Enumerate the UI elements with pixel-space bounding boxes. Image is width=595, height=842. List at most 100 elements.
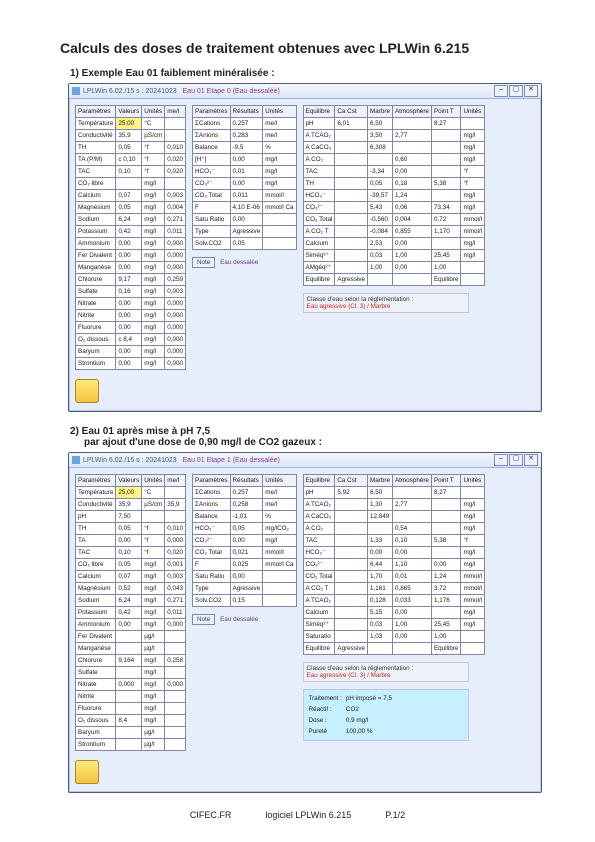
cell: 9,17	[116, 274, 142, 286]
cell: 0,42	[116, 226, 142, 238]
close-button[interactable]: ✕	[524, 454, 538, 466]
cell: 0,011	[165, 607, 186, 619]
cell: 6,01	[335, 118, 368, 130]
cell: Fer Divalent	[76, 631, 116, 643]
minimize-button[interactable]: –	[494, 85, 508, 97]
cell: 0,257	[230, 487, 263, 499]
cell: CO₂ libre	[76, 559, 116, 571]
calculator-icon[interactable]	[75, 760, 99, 784]
cell	[165, 631, 186, 643]
col-header: Paramètres	[76, 106, 116, 118]
cell: 1,30	[368, 499, 393, 511]
cell	[392, 643, 431, 655]
cell: µg/l	[142, 643, 165, 655]
minimize-button[interactable]: –	[494, 454, 508, 466]
cell: 0,021	[230, 547, 263, 559]
cell: µS/cm	[142, 499, 165, 511]
cell: pH	[303, 487, 335, 499]
cell: 0,000	[165, 619, 186, 631]
cell: 0,025	[230, 559, 263, 571]
cell: 0,07	[116, 571, 142, 583]
cell: 0,010	[165, 142, 186, 154]
cell: mg/l	[142, 178, 165, 190]
cell: Calcium	[76, 190, 116, 202]
cell: 0,05	[116, 523, 142, 535]
cell: mg/l	[461, 154, 485, 166]
maximize-button[interactable]: ▢	[509, 454, 523, 466]
cell: 5,38	[431, 535, 461, 547]
cell: 0,000	[165, 358, 186, 370]
cell: mg/l	[263, 178, 296, 190]
col-header: Ca Cst	[335, 106, 368, 118]
col-header: Point T	[431, 106, 461, 118]
cell: A TCAO₂	[303, 595, 335, 607]
maximize-button[interactable]: ▢	[509, 85, 523, 97]
cell: °f	[142, 535, 165, 547]
cell	[165, 739, 186, 751]
cell	[368, 643, 393, 655]
cell: 5,15	[368, 607, 393, 619]
cell	[431, 523, 461, 535]
cell	[165, 178, 186, 190]
cell: CO₃²⁻	[193, 178, 231, 190]
cell: A CO₂ T	[303, 226, 335, 238]
cell: 7,50	[116, 511, 142, 523]
cell: °f	[142, 142, 165, 154]
cell: 8,4	[116, 715, 142, 727]
cell	[431, 547, 461, 559]
cell: TAC	[303, 166, 335, 178]
col-header: Unités	[461, 106, 485, 118]
cell: me/l	[263, 487, 296, 499]
cell: 0,000	[165, 310, 186, 322]
cell: mg/l	[461, 511, 485, 523]
cell: Calcium	[303, 238, 335, 250]
titlebar-2[interactable]: LPLWin 6.02./15 s : 20241023 Eau 01 Etap…	[69, 453, 541, 468]
cell: 0,00	[230, 535, 263, 547]
calculator-icon[interactable]	[75, 379, 99, 403]
cell: °C	[142, 487, 165, 499]
cell: mg/l	[461, 547, 485, 559]
cell: 1,33	[368, 535, 393, 547]
cell: 73,34	[431, 202, 461, 214]
cell: °C	[142, 118, 165, 130]
cell: Manganèse	[76, 262, 116, 274]
note-button-2[interactable]: Note	[192, 614, 215, 625]
cell: 0,000	[116, 679, 142, 691]
cell: TAC	[76, 547, 116, 559]
cell: 1,70	[368, 571, 393, 583]
cell	[335, 226, 368, 238]
cell: mg/l	[142, 583, 165, 595]
cell: mmol/l	[461, 595, 485, 607]
close-button[interactable]: ✕	[524, 85, 538, 97]
cell: 0,003	[165, 571, 186, 583]
cell: F	[193, 559, 231, 571]
cell: Chlorure	[76, 655, 116, 667]
cell: Baryum	[76, 346, 116, 358]
note-text-2: Eau dessalée	[220, 616, 258, 623]
cell: 0,03	[368, 619, 393, 631]
titlebar-1[interactable]: LPLWin 6.02./15 s : 20241023 Eau 01 Etap…	[69, 84, 541, 99]
col-header: Unités	[263, 475, 296, 487]
cell: 0,16	[116, 286, 142, 298]
cell: 0,00	[116, 619, 142, 631]
cell: 0,271	[165, 214, 186, 226]
cell: mg/l	[142, 238, 165, 250]
cell	[392, 511, 431, 523]
cell: Balance	[193, 511, 231, 523]
note-button-1[interactable]: Note	[192, 257, 215, 268]
cell: mmol/l	[461, 226, 485, 238]
cell	[165, 691, 186, 703]
cell: mg/l	[461, 238, 485, 250]
cell: °f	[142, 166, 165, 178]
cell: 4,10 E-06	[230, 202, 263, 214]
cell: CO₂ Total	[303, 214, 335, 226]
cell: 0,72	[431, 214, 461, 226]
cell: mg/l	[142, 286, 165, 298]
col-header: Equilibre	[303, 106, 335, 118]
cell: mmol/l	[263, 190, 296, 202]
cell	[461, 631, 485, 643]
cell: c 8,4	[116, 334, 142, 346]
cell: TAC	[303, 535, 335, 547]
cell: Température	[76, 487, 116, 499]
col-header: Unités	[142, 106, 165, 118]
